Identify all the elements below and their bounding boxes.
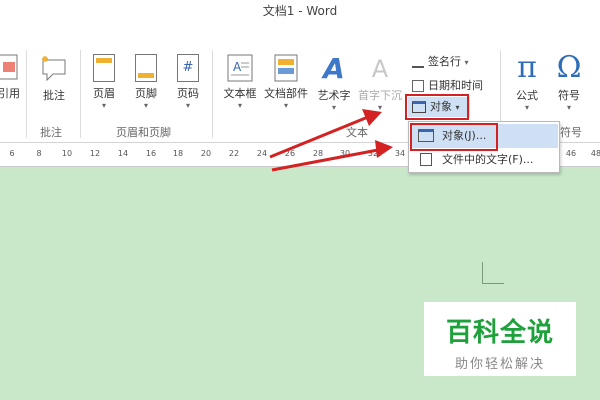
- red-arrowhead-2: [375, 140, 393, 158]
- watermark-subtitle: 助你轻松解决: [454, 357, 545, 372]
- red-arrow-2: [271, 148, 379, 172]
- watermark-logo: 百科全说 助你轻松解决: [424, 302, 576, 376]
- red-arrow-1: [269, 115, 369, 159]
- watermark-title: 百科全说: [445, 318, 554, 348]
